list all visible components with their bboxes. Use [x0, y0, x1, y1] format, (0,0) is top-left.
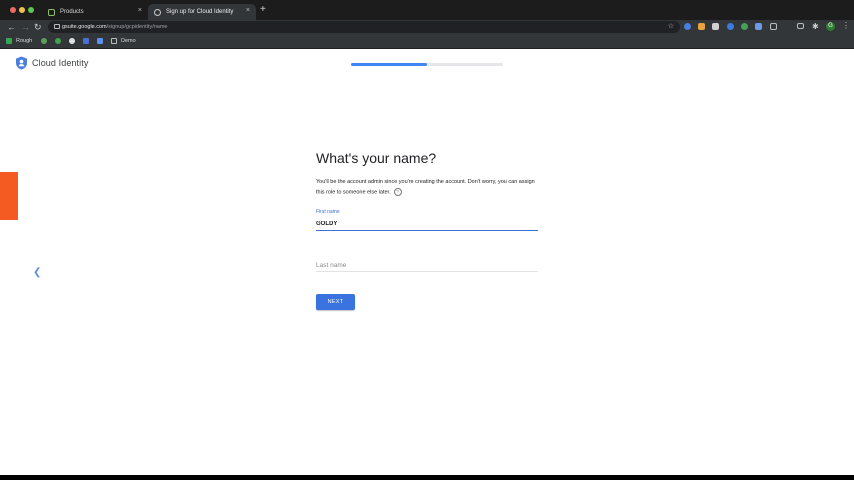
help-icon[interactable]: ?	[393, 187, 402, 196]
tab-title: Products	[60, 9, 84, 15]
extensions-puzzle-icon[interactable]: ✱	[812, 23, 819, 31]
back-icon[interactable]: ←	[7, 21, 16, 33]
bookmark-icon[interactable]	[41, 38, 47, 44]
profile-avatar[interactable]: G	[826, 22, 835, 31]
tab-close-icon[interactable]: ×	[246, 7, 250, 14]
last-name-input[interactable]	[316, 259, 538, 272]
next-button[interactable]: NEXT	[316, 294, 355, 310]
page-title: What's your name?	[316, 150, 437, 166]
tab-sign-up[interactable]: Sign up for Cloud Identity ×	[148, 4, 256, 20]
first-name-input[interactable]	[316, 218, 538, 231]
brand: Cloud Identity	[15, 56, 88, 70]
folder-icon	[111, 38, 117, 44]
sheets-icon	[6, 38, 12, 44]
brand-name: Cloud Identity	[32, 58, 89, 68]
extension-icon[interactable]	[741, 23, 748, 30]
shield-favicon-icon	[48, 8, 55, 16]
cast-icon[interactable]	[797, 23, 804, 29]
extension-icon[interactable]	[755, 23, 762, 30]
description-text: You'll be the account admin since you're…	[316, 179, 535, 195]
bookmark-icon[interactable]	[69, 38, 75, 44]
url-path: /signup/gcpidentity/name	[106, 24, 168, 30]
side-feedback-tab[interactable]	[0, 172, 18, 220]
bookmark-rough[interactable]: Rough	[6, 36, 32, 46]
tab-title: Sign up for Cloud Identity	[166, 9, 234, 15]
tab-close-icon[interactable]: ×	[138, 7, 142, 14]
address-bar[interactable]: gsuite.google.com/signup/gcpidentity/nam…	[48, 21, 680, 33]
close-window-button[interactable]	[10, 7, 16, 13]
browser-menu-icon[interactable]: ⋮	[842, 21, 850, 30]
extension-icon[interactable]	[712, 23, 719, 30]
first-name-label: First name	[316, 209, 340, 215]
bookmarks-bar: Rough Demo	[0, 34, 854, 49]
bookmark-label: Demo	[121, 38, 136, 44]
extension-icon[interactable]	[684, 23, 691, 30]
extension-icon[interactable]	[770, 23, 777, 30]
lock-icon	[54, 24, 60, 29]
back-chevron-icon[interactable]: ❮	[33, 268, 41, 278]
bookmark-demo[interactable]: Demo	[111, 36, 136, 46]
extension-icon[interactable]	[727, 23, 734, 30]
signup-progress-bar	[351, 63, 503, 66]
forward-icon[interactable]: →	[21, 21, 30, 33]
bookmark-label: Rough	[16, 38, 33, 44]
globe-favicon-icon	[154, 8, 161, 16]
browser-toolbar: ← → ↻ gsuite.google.com/signup/gcpidenti…	[0, 20, 854, 34]
bookmark-icon[interactable]	[83, 38, 89, 44]
tab-products[interactable]: Products ×	[42, 4, 148, 20]
bookmark-icon[interactable]	[55, 38, 61, 44]
page-description: You'll be the account admin since you're…	[316, 178, 541, 197]
extension-icon[interactable]	[698, 23, 705, 30]
cloud-identity-logo-icon	[16, 56, 27, 70]
browser-titlebar: Products × Sign up for Cloud Identity × …	[0, 0, 854, 20]
page-content: Cloud Identity ❮ What's your name? You'l…	[0, 49, 854, 475]
bookmark-icon[interactable]	[97, 38, 103, 44]
new-tab-button[interactable]: +	[260, 5, 266, 15]
minimize-window-button[interactable]	[19, 7, 25, 13]
signup-progress-fill	[351, 63, 427, 66]
url-host: gsuite.google.com	[62, 24, 107, 30]
zoom-window-button[interactable]	[28, 7, 34, 13]
bookmark-star-icon[interactable]: ☆	[668, 21, 674, 33]
reload-icon[interactable]: ↻	[34, 21, 42, 33]
